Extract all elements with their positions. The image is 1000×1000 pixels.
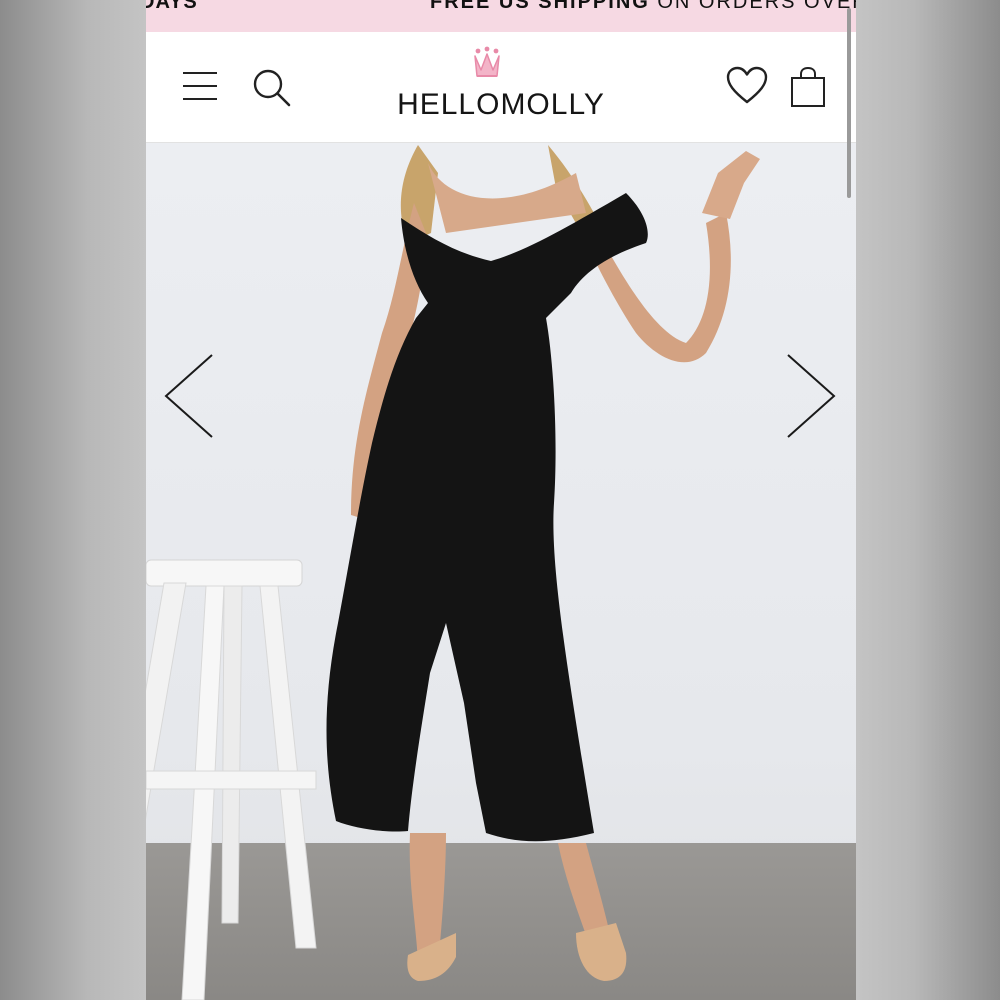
left-backdrop <box>0 0 146 1000</box>
product-photo-illustration <box>146 145 760 1000</box>
promo-shipping-light: ON ORDERS OVER <box>649 0 856 13</box>
chevron-left-icon[interactable] <box>162 351 218 441</box>
stool-illustration <box>146 559 317 1000</box>
promo-bar[interactable]: DAYS FREE US SHIPPING ON ORDERS OVER <box>146 0 856 32</box>
chevron-right-icon[interactable] <box>782 351 838 441</box>
search-icon[interactable] <box>252 68 292 108</box>
site-logo[interactable]: HELLOMOLLY <box>390 46 612 126</box>
heart-icon[interactable] <box>726 66 768 106</box>
right-backdrop <box>856 0 1000 1000</box>
promo-shipping-bold: FREE US SHIPPING <box>430 0 650 13</box>
menu-icon[interactable] <box>182 70 218 102</box>
promo-left-text: DAYS <box>146 0 198 13</box>
shopping-bag-icon[interactable] <box>790 66 826 108</box>
product-image[interactable] <box>146 143 856 1000</box>
promo-right-text: FREE US SHIPPING ON ORDERS OVER <box>430 0 856 14</box>
scrollbar-thumb[interactable] <box>847 8 851 198</box>
site-header: HELLOMOLLY <box>146 32 856 143</box>
logo-wordmark: HELLOMOLLY <box>397 88 605 121</box>
mobile-page: DAYS FREE US SHIPPING ON ORDERS OVER HEL… <box>146 0 856 1000</box>
crown-icon <box>472 46 502 80</box>
black-dress-illustration <box>326 193 648 842</box>
